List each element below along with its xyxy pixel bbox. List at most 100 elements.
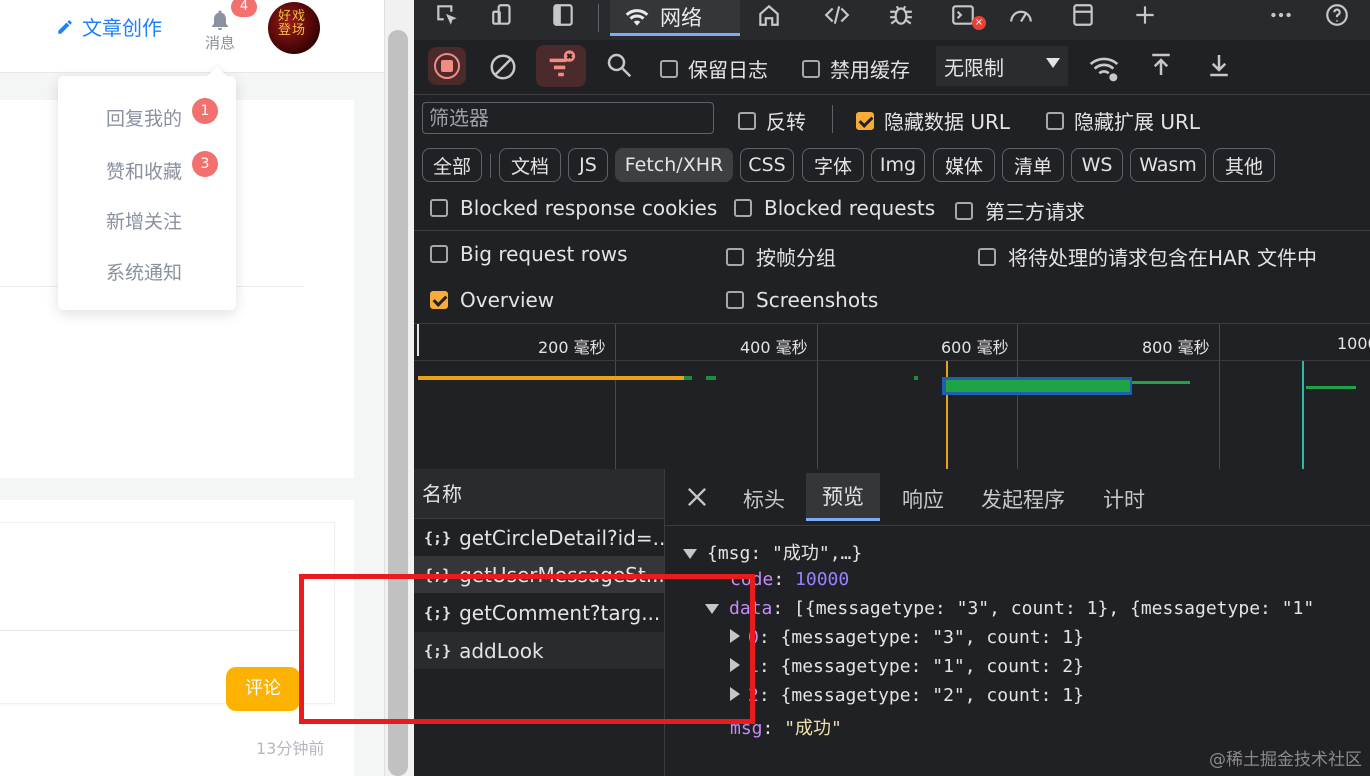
har-pending-label: 将待处理的请求包含在HAR 文件中: [1008, 246, 1317, 270]
preserve-log-checkbox[interactable]: 保留日志: [660, 54, 768, 83]
comment-editor[interactable]: 评论: [0, 522, 335, 711]
request-row[interactable]: {;} getCircleDetail?id=...: [414, 519, 664, 556]
inspect-icon[interactable]: [430, 0, 464, 34]
checkbox[interactable]: [726, 247, 744, 266]
timeline-label: 800 毫秒: [1142, 338, 1210, 357]
home-icon[interactable]: [752, 0, 786, 34]
clear-icon[interactable]: [488, 52, 518, 82]
checkbox[interactable]: [430, 245, 448, 263]
blocked-cookies-checkbox[interactable]: Blocked response cookies: [430, 196, 717, 220]
json-object: {messagetype: "1", count: 2}: [780, 656, 1084, 677]
filter-input[interactable]: [422, 102, 714, 134]
network-overview[interactable]: 200 毫秒 400 毫秒 600 毫秒 800 毫秒 1000: [414, 323, 1370, 470]
checkbox[interactable]: [734, 199, 752, 217]
checkbox[interactable]: [738, 111, 756, 130]
hide-data-urls-label: 隐藏数据 URL: [884, 110, 1011, 134]
checkbox[interactable]: [1046, 111, 1064, 130]
type-js[interactable]: JS: [568, 148, 608, 182]
site-header: 文章创作 消息 4 好戏 登场: [0, 0, 384, 73]
type-media[interactable]: 媒体: [933, 148, 995, 182]
third-party-checkbox[interactable]: 第三方请求: [955, 196, 1085, 225]
application-icon[interactable]: [1066, 0, 1100, 34]
type-wasm[interactable]: Wasm: [1130, 148, 1206, 182]
help-icon[interactable]: [1320, 0, 1354, 34]
more-tools-icon[interactable]: [1128, 0, 1162, 34]
load-marker: [1302, 361, 1304, 469]
hide-data-urls-checkbox[interactable]: 隐藏数据 URL: [856, 106, 1010, 135]
request-bar: [1306, 386, 1356, 389]
write-article-button[interactable]: 文章创作: [56, 12, 162, 41]
dropdown-item-likes[interactable]: 赞和收藏: [106, 157, 182, 184]
type-font[interactable]: 字体: [802, 148, 864, 182]
type-doc[interactable]: 文档: [499, 148, 561, 182]
overview-checkbox[interactable]: Overview: [430, 288, 554, 312]
json-row-data[interactable]: data: [{messagetype: "3", count: 1}, {me…: [705, 598, 1314, 619]
timeline-label: 600 毫秒: [941, 338, 1009, 357]
comment-button[interactable]: 评论: [226, 667, 300, 711]
dropdown-item-replies[interactable]: 回复我的: [106, 104, 182, 131]
group-by-frame-checkbox[interactable]: 按帧分组: [726, 242, 836, 271]
bug-icon[interactable]: [884, 0, 918, 34]
request-bar: [418, 376, 688, 380]
device-toolbar-icon[interactable]: [486, 0, 520, 34]
filter-toggle-button[interactable]: [536, 45, 586, 87]
export-har-icon[interactable]: [1204, 50, 1234, 84]
checkbox[interactable]: [978, 247, 996, 266]
type-all[interactable]: 全部: [422, 148, 482, 182]
performance-icon[interactable]: [1004, 0, 1038, 34]
checkbox-checked[interactable]: [430, 291, 448, 309]
tab-headers[interactable]: 标头: [743, 479, 785, 521]
request-bar: [946, 380, 1130, 392]
checkbox[interactable]: [430, 199, 448, 217]
tab-timing[interactable]: 计时: [1103, 479, 1145, 521]
error-badge: ×: [972, 16, 986, 30]
expand-caret-icon[interactable]: [683, 549, 697, 559]
json-root-row[interactable]: {msg: "成功",…}: [683, 539, 862, 565]
import-har-icon[interactable]: [1146, 50, 1176, 84]
type-ws[interactable]: WS: [1071, 148, 1123, 182]
hide-ext-urls-checkbox[interactable]: 隐藏扩展 URL: [1046, 106, 1200, 135]
avatar[interactable]: 好戏 登场: [268, 2, 320, 54]
checkbox[interactable]: [726, 291, 744, 309]
code-icon[interactable]: [820, 0, 854, 34]
sidebar-icon[interactable]: [546, 0, 580, 34]
grid-line: [1017, 324, 1018, 469]
type-manifest[interactable]: 清单: [1002, 148, 1064, 182]
tab-preview[interactable]: 预览: [806, 473, 880, 521]
har-pending-checkbox[interactable]: 将待处理的请求包含在HAR 文件中: [978, 242, 1317, 271]
type-other[interactable]: 其他: [1213, 148, 1275, 182]
checkbox[interactable]: [802, 59, 820, 78]
checkbox-checked[interactable]: [856, 111, 874, 130]
blocked-requests-checkbox[interactable]: Blocked requests: [734, 196, 935, 220]
search-icon[interactable]: [604, 50, 634, 84]
json-array-item[interactable]: 2: {messagetype: "2", count: 1}: [730, 685, 1084, 706]
checkbox[interactable]: [955, 201, 973, 220]
name-column-header[interactable]: 名称: [414, 469, 664, 519]
preserve-log-label: 保留日志: [688, 58, 768, 82]
throttle-select[interactable]: 无限制: [936, 46, 1068, 86]
checkbox[interactable]: [660, 59, 678, 78]
network-conditions-icon[interactable]: [1088, 52, 1120, 88]
close-icon[interactable]: [683, 483, 711, 515]
more-menu-icon[interactable]: [1264, 0, 1298, 34]
type-fetch-xhr[interactable]: Fetch/XHR: [615, 148, 733, 182]
big-rows-label: Big request rows: [460, 242, 628, 266]
screenshots-label: Screenshots: [756, 288, 879, 312]
divider: [414, 360, 1370, 361]
invert-checkbox[interactable]: 反转: [738, 106, 806, 135]
screenshots-checkbox[interactable]: Screenshots: [726, 288, 878, 312]
json-array-item[interactable]: 0: {messagetype: "3", count: 1}: [730, 627, 1084, 648]
record-button[interactable]: [428, 47, 466, 85]
tab-initiator[interactable]: 发起程序: [981, 479, 1065, 521]
type-img[interactable]: Img: [871, 148, 925, 182]
disable-cache-checkbox[interactable]: 禁用缓存: [802, 54, 910, 83]
avatar-logo-text: 好戏 登场: [278, 9, 307, 38]
type-css[interactable]: CSS: [740, 148, 794, 182]
grid-line: [1219, 324, 1220, 469]
tab-response[interactable]: 响应: [902, 479, 944, 521]
big-rows-checkbox[interactable]: Big request rows: [430, 242, 628, 266]
json-array-item[interactable]: 1: {messagetype: "1", count: 2}: [730, 656, 1084, 677]
dropdown-item-system[interactable]: 系统通知: [106, 258, 182, 285]
tab-network[interactable]: 网络: [610, 0, 740, 36]
dropdown-item-follows[interactable]: 新增关注: [106, 207, 182, 234]
